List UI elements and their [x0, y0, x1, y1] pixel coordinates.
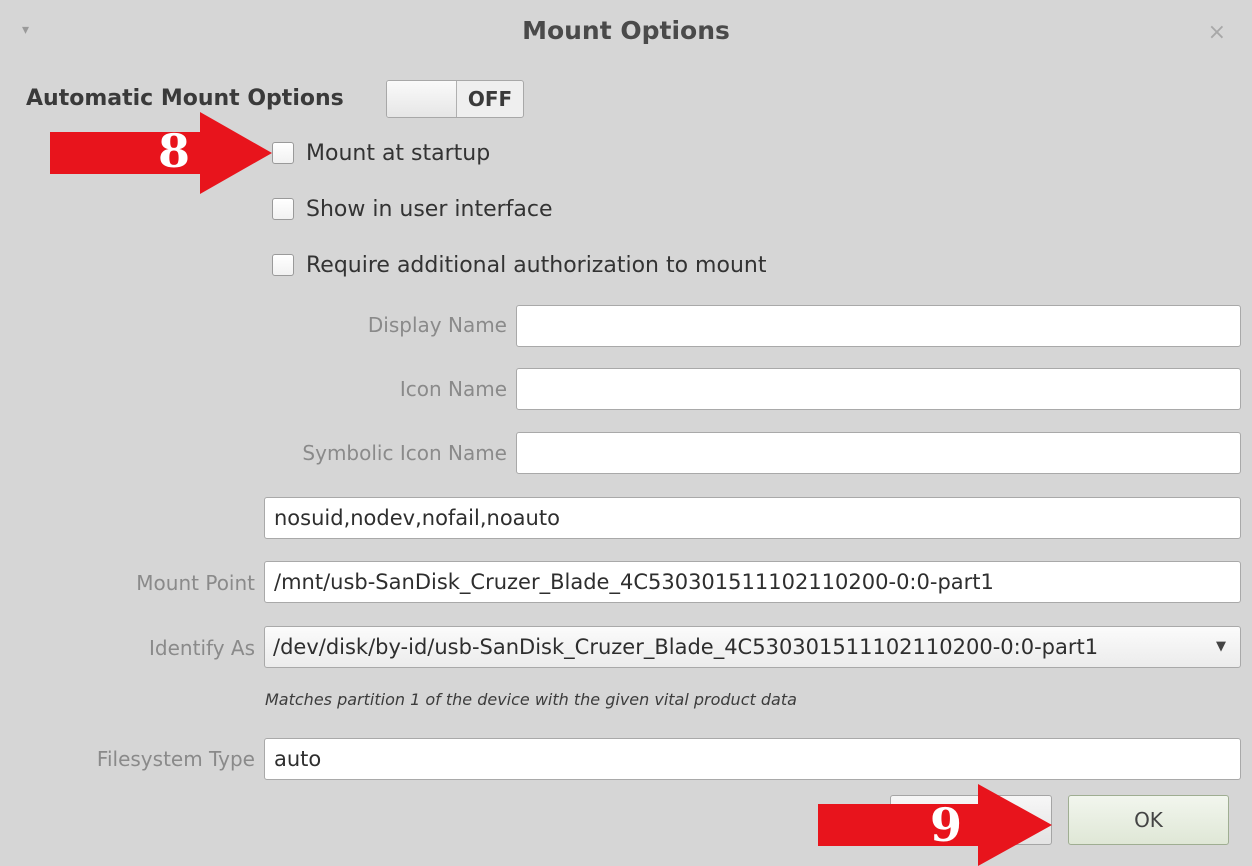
- icon-name-label: Icon Name: [399, 377, 507, 401]
- mount-at-startup-row[interactable]: Mount at startup: [272, 138, 490, 168]
- filesystem-type-input[interactable]: auto: [264, 738, 1241, 780]
- mount-options-input[interactable]: nosuid,nodev,nofail,noauto: [264, 497, 1241, 539]
- show-in-user-interface-row[interactable]: Show in user interface: [272, 194, 553, 224]
- show-in-user-interface-checkbox[interactable]: [272, 198, 294, 220]
- icon-name-input[interactable]: [516, 368, 1241, 410]
- mount-point-label: Mount Point: [136, 571, 255, 595]
- automatic-mount-options-label: Automatic Mount Options: [26, 86, 344, 111]
- display-name-label: Display Name: [367, 313, 507, 337]
- identify-as-hint: Matches partition 1 of the device with t…: [265, 690, 797, 709]
- mount-point-input[interactable]: /mnt/usb-SanDisk_Cruzer_Blade_4C53030151…: [264, 561, 1241, 603]
- step-annotation-arrow-b: 9: [818, 784, 1052, 866]
- show-in-user-interface-label[interactable]: Show in user interface: [306, 197, 553, 222]
- mount-at-startup-checkbox[interactable]: [272, 142, 294, 164]
- switch-knob[interactable]: [387, 81, 457, 117]
- automatic-mount-options-switch[interactable]: OFF: [386, 80, 524, 118]
- step-number-label: 9: [930, 798, 963, 852]
- symbolic-icon-name-input[interactable]: [516, 432, 1241, 474]
- identify-as-label: Identify As: [149, 636, 255, 660]
- title-bar: ▾ Mount Options ×: [0, 0, 1252, 64]
- display-name-input[interactable]: [516, 305, 1241, 347]
- require-authorization-row[interactable]: Require additional authorization to moun…: [272, 250, 766, 280]
- dialog-title: Mount Options: [522, 16, 730, 45]
- dropdown-arrow-icon[interactable]: ▼: [1216, 627, 1226, 667]
- switch-state-label: OFF: [467, 87, 513, 111]
- mount-at-startup-label[interactable]: Mount at startup: [306, 141, 490, 166]
- require-authorization-checkbox[interactable]: [272, 254, 294, 276]
- identify-as-value: /dev/disk/by-id/usb-SanDisk_Cruzer_Blade…: [273, 635, 1099, 659]
- close-icon[interactable]: ×: [1208, 20, 1226, 45]
- step-number-label: 8: [158, 124, 191, 178]
- step-annotation-arrow-a: 8: [50, 112, 272, 194]
- filesystem-type-label: Filesystem Type: [96, 747, 255, 771]
- require-authorization-label[interactable]: Require additional authorization to moun…: [306, 253, 766, 278]
- ok-button[interactable]: OK: [1068, 795, 1229, 845]
- identify-as-combo[interactable]: /dev/disk/by-id/usb-SanDisk_Cruzer_Blade…: [264, 626, 1241, 668]
- symbolic-icon-name-label: Symbolic Icon Name: [302, 441, 507, 465]
